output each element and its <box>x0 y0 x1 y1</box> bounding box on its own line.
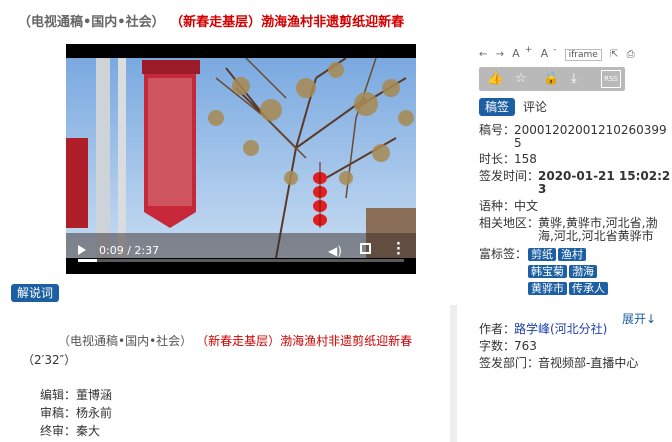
star-icon[interactable]: ☆ <box>515 71 527 86</box>
credit-key: 终审： <box>40 424 77 438</box>
print-icon[interactable]: ⎙ <box>627 49 635 60</box>
commentary-tab[interactable]: 解说词 <box>11 284 60 302</box>
meta-date: 签发时间： 2020-01-21 15:02:23 <box>479 170 672 196</box>
video-progress-fill <box>78 259 97 262</box>
meta-key: 时长： <box>479 152 516 166</box>
tag-list: 剪纸 渔村 韩宝菊 渤海 黄骅市 传承人 <box>527 248 672 299</box>
author-link[interactable]: 路学峰(河北分社) <box>514 323 672 336</box>
credits: 编辑：董博涵 审稿：杨永前 终审：秦大 <box>40 386 112 440</box>
credit-reviewer: 审稿：杨永前 <box>40 404 112 422</box>
tag-item[interactable]: 渔村 <box>558 248 586 261</box>
play-icon[interactable] <box>78 245 86 255</box>
meta-id: 稿号： 200012020012102603995 <box>479 124 672 150</box>
action-bar: 👍 ☆ 🔒 ⤓ RSS <box>479 67 625 91</box>
meta-author: 作者： 路学峰(河北分社) <box>479 323 672 336</box>
meta-key: 签发部门： <box>479 356 540 370</box>
metadata-list-lower: 作者： 路学峰(河北分社) 字数： 763 签发部门： 音视频部-直播中心 <box>479 323 672 370</box>
toolbar: ← → A + A- iframe ⇱ ⎙ <box>479 44 640 61</box>
headline: （电视通稿•国内•社会） （新春走基层）渤海渔村非遗剪纸迎新春 <box>18 11 404 30</box>
share-icon[interactable]: ⇱ <box>610 49 618 60</box>
fullscreen-icon[interactable] <box>360 243 371 254</box>
meta-key: 富标签： <box>479 247 528 261</box>
headline-title: （新春走基层）渤海渔村非遗剪纸迎新春 <box>176 15 405 30</box>
info-tabs: 稿签 评论 <box>479 98 547 116</box>
font-larger-icon[interactable]: A + <box>512 44 532 60</box>
meta-value: 2020-01-21 15:02:23 <box>538 169 671 196</box>
column-divider <box>450 305 457 442</box>
meta-value: 中文 <box>514 199 539 213</box>
meta-tags: 富标签： 剪纸 渔村 韩宝菊 渤海 黄骅市 传承人 <box>479 248 672 304</box>
narration-text: （电视通稿•国内•社会） （新春走基层）渤海渔村非遗剪纸迎新春 （2′32″） <box>22 332 442 370</box>
meta-value: 黄骅,黄骅市,河北省,渤海,河北,河北省黄骅市 <box>538 216 658 243</box>
tab-comments[interactable]: 评论 <box>523 100 547 114</box>
meta-key: 作者： <box>479 322 516 336</box>
credit-value: 杨永前 <box>76 406 113 420</box>
meta-key: 相关地区： <box>479 216 540 230</box>
tag-item[interactable]: 韩宝菊 <box>528 265 567 278</box>
tag-item[interactable]: 渤海 <box>569 265 597 278</box>
metadata-list: 稿号： 200012020012102603995 时长： 158 签发时间： 202… <box>479 124 672 304</box>
credit-key: 编辑： <box>40 388 77 402</box>
meta-value: 763 <box>514 339 537 353</box>
narration-duration: （2′32″） <box>22 353 77 367</box>
meta-key: 稿号： <box>479 123 516 137</box>
tab-draft-label[interactable]: 稿签 <box>479 98 516 116</box>
volume-icon[interactable]: ◀) <box>328 244 342 258</box>
arrow-right-icon[interactable]: → <box>496 49 504 60</box>
credit-value: 秦大 <box>76 424 101 438</box>
narration-category: （电视通稿•国内•社会） <box>58 334 193 348</box>
credit-key: 审稿： <box>40 406 77 420</box>
credit-final-review: 终审：秦大 <box>40 422 112 440</box>
tag-item[interactable]: 传承人 <box>569 282 608 295</box>
video-frame <box>66 58 416 258</box>
tag-item[interactable]: 剪纸 <box>528 248 556 261</box>
video-player[interactable]: 0:09 / 2:37 ◀) · · · <box>66 44 416 274</box>
meta-key: 语种： <box>479 199 516 213</box>
meta-value: 158 <box>514 152 537 166</box>
arrow-left-icon[interactable]: ← <box>479 49 487 60</box>
credit-editor: 编辑：董博涵 <box>40 386 112 404</box>
tag-item[interactable]: 黄骅市 <box>528 282 567 295</box>
meta-region: 相关地区： 黄骅,黄骅市,河北省,渤海,河北,河北省黄骅市 <box>479 217 672 243</box>
meta-key: 字数： <box>479 339 516 353</box>
video-controls: 0:09 / 2:37 ◀) · · · <box>66 230 416 274</box>
meta-duration: 时长： 158 <box>479 153 672 166</box>
credit-value: 董博涵 <box>76 388 113 402</box>
meta-value: 音视频部-直播中心 <box>538 356 639 370</box>
lock-icon[interactable]: 🔒 <box>543 71 559 86</box>
more-options-icon[interactable]: · · · <box>396 238 401 261</box>
download-icon[interactable]: ⤓ <box>571 71 577 86</box>
video-time: 0:09 / 2:37 <box>99 244 160 257</box>
video-progress-bar[interactable] <box>78 259 404 262</box>
font-smaller-icon[interactable]: A- <box>541 44 557 60</box>
like-icon[interactable]: 👍 <box>487 71 503 86</box>
headline-category: （电视通稿•国内•社会） <box>18 15 165 30</box>
meta-wordcount: 字数： 763 <box>479 340 672 353</box>
rss-icon[interactable]: RSS <box>601 70 621 88</box>
iframe-button[interactable]: iframe <box>564 48 602 61</box>
meta-department: 签发部门： 音视频部-直播中心 <box>479 357 672 370</box>
meta-key: 签发时间： <box>479 169 540 183</box>
meta-value: 200012020012102603995 <box>514 123 667 150</box>
meta-language: 语种： 中文 <box>479 200 672 213</box>
narration-title: （新春走基层）渤海渔村非遗剪纸迎新春 <box>202 334 413 348</box>
